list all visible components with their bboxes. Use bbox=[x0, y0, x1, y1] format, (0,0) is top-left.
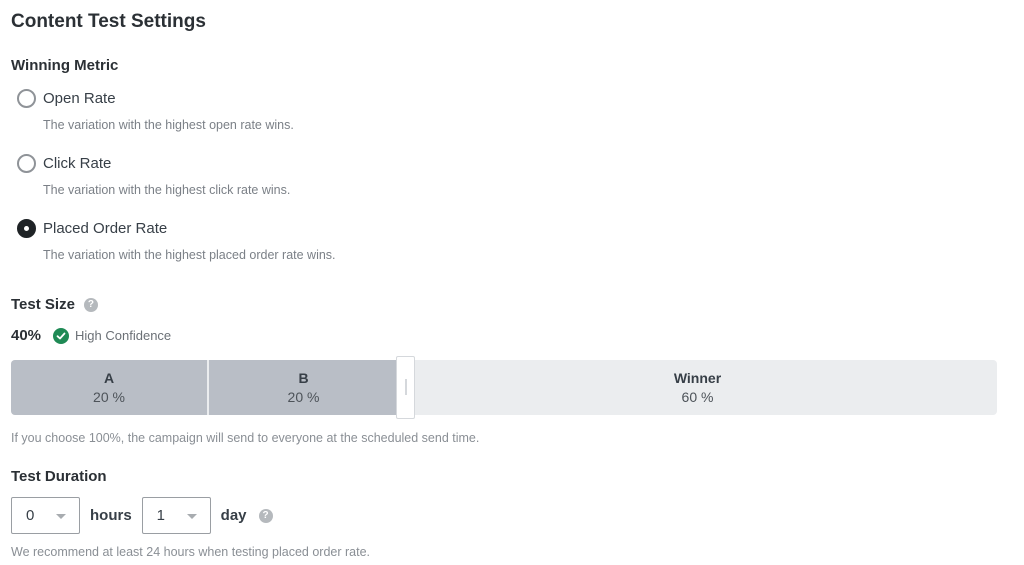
segment-percent: 20 % bbox=[93, 388, 125, 405]
test-size-summary: 40% High Confidence bbox=[11, 327, 171, 344]
segment-percent: 20 % bbox=[287, 388, 320, 405]
days-label: day bbox=[220, 507, 247, 524]
check-circle-icon bbox=[53, 327, 70, 344]
radio-checked-icon bbox=[17, 219, 36, 238]
hours-select[interactable]: 0 bbox=[11, 497, 80, 534]
test-duration-title: Test Duration bbox=[11, 468, 107, 485]
radio-description: The variation with the highest placed or… bbox=[43, 248, 336, 262]
test-size-value: 40% bbox=[11, 327, 42, 344]
page-title: Content Test Settings bbox=[11, 11, 206, 32]
test-size-hint: If you choose 100%, the campaign will se… bbox=[11, 431, 480, 445]
segment-winner: Winner 60 % bbox=[398, 360, 997, 415]
radio-click-rate[interactable]: Click Rate bbox=[17, 154, 111, 173]
test-size-header: Test Size ? bbox=[11, 296, 98, 313]
radio-label: Open Rate bbox=[43, 90, 116, 107]
test-duration-controls: 0 hours 1 day ? bbox=[11, 497, 273, 534]
radio-label: Placed Order Rate bbox=[43, 220, 168, 237]
radio-unchecked-icon bbox=[17, 89, 36, 108]
chevron-down-icon bbox=[56, 514, 66, 519]
segment-label: A bbox=[103, 369, 115, 386]
radio-description: The variation with the highest open rate… bbox=[43, 118, 294, 132]
radio-unchecked-icon bbox=[17, 154, 36, 173]
winning-metric-title: Winning Metric bbox=[11, 57, 119, 74]
segment-percent: 60 % bbox=[681, 388, 714, 405]
test-duration-hint: We recommend at least 24 hours when test… bbox=[11, 545, 370, 559]
question-circle-icon[interactable]: ? bbox=[83, 297, 98, 312]
test-size-title: Test Size bbox=[11, 296, 75, 313]
radio-placed-order-rate[interactable]: Placed Order Rate bbox=[17, 219, 167, 238]
radio-label: Click Rate bbox=[43, 155, 112, 172]
radio-open-rate[interactable]: Open Rate bbox=[17, 89, 116, 108]
hours-select-value: 0 bbox=[26, 507, 35, 524]
segment-a: A 20 % bbox=[11, 360, 207, 415]
chevron-down-icon bbox=[186, 514, 197, 519]
slider-drag-handle[interactable] bbox=[396, 356, 415, 419]
days-select[interactable]: 1 bbox=[141, 497, 211, 534]
hours-label: hours bbox=[90, 507, 132, 524]
segment-label: B bbox=[298, 369, 309, 386]
radio-description: The variation with the highest click rat… bbox=[43, 183, 291, 197]
confidence-label: High Confidence bbox=[75, 328, 172, 343]
segment-b: B 20 % bbox=[209, 360, 398, 415]
segment-label: Winner bbox=[673, 369, 722, 386]
test-size-slider[interactable]: A 20 % B 20 % Winner 60 % bbox=[11, 356, 997, 419]
days-select-value: 1 bbox=[156, 507, 166, 524]
question-circle-icon[interactable]: ? bbox=[258, 508, 273, 523]
